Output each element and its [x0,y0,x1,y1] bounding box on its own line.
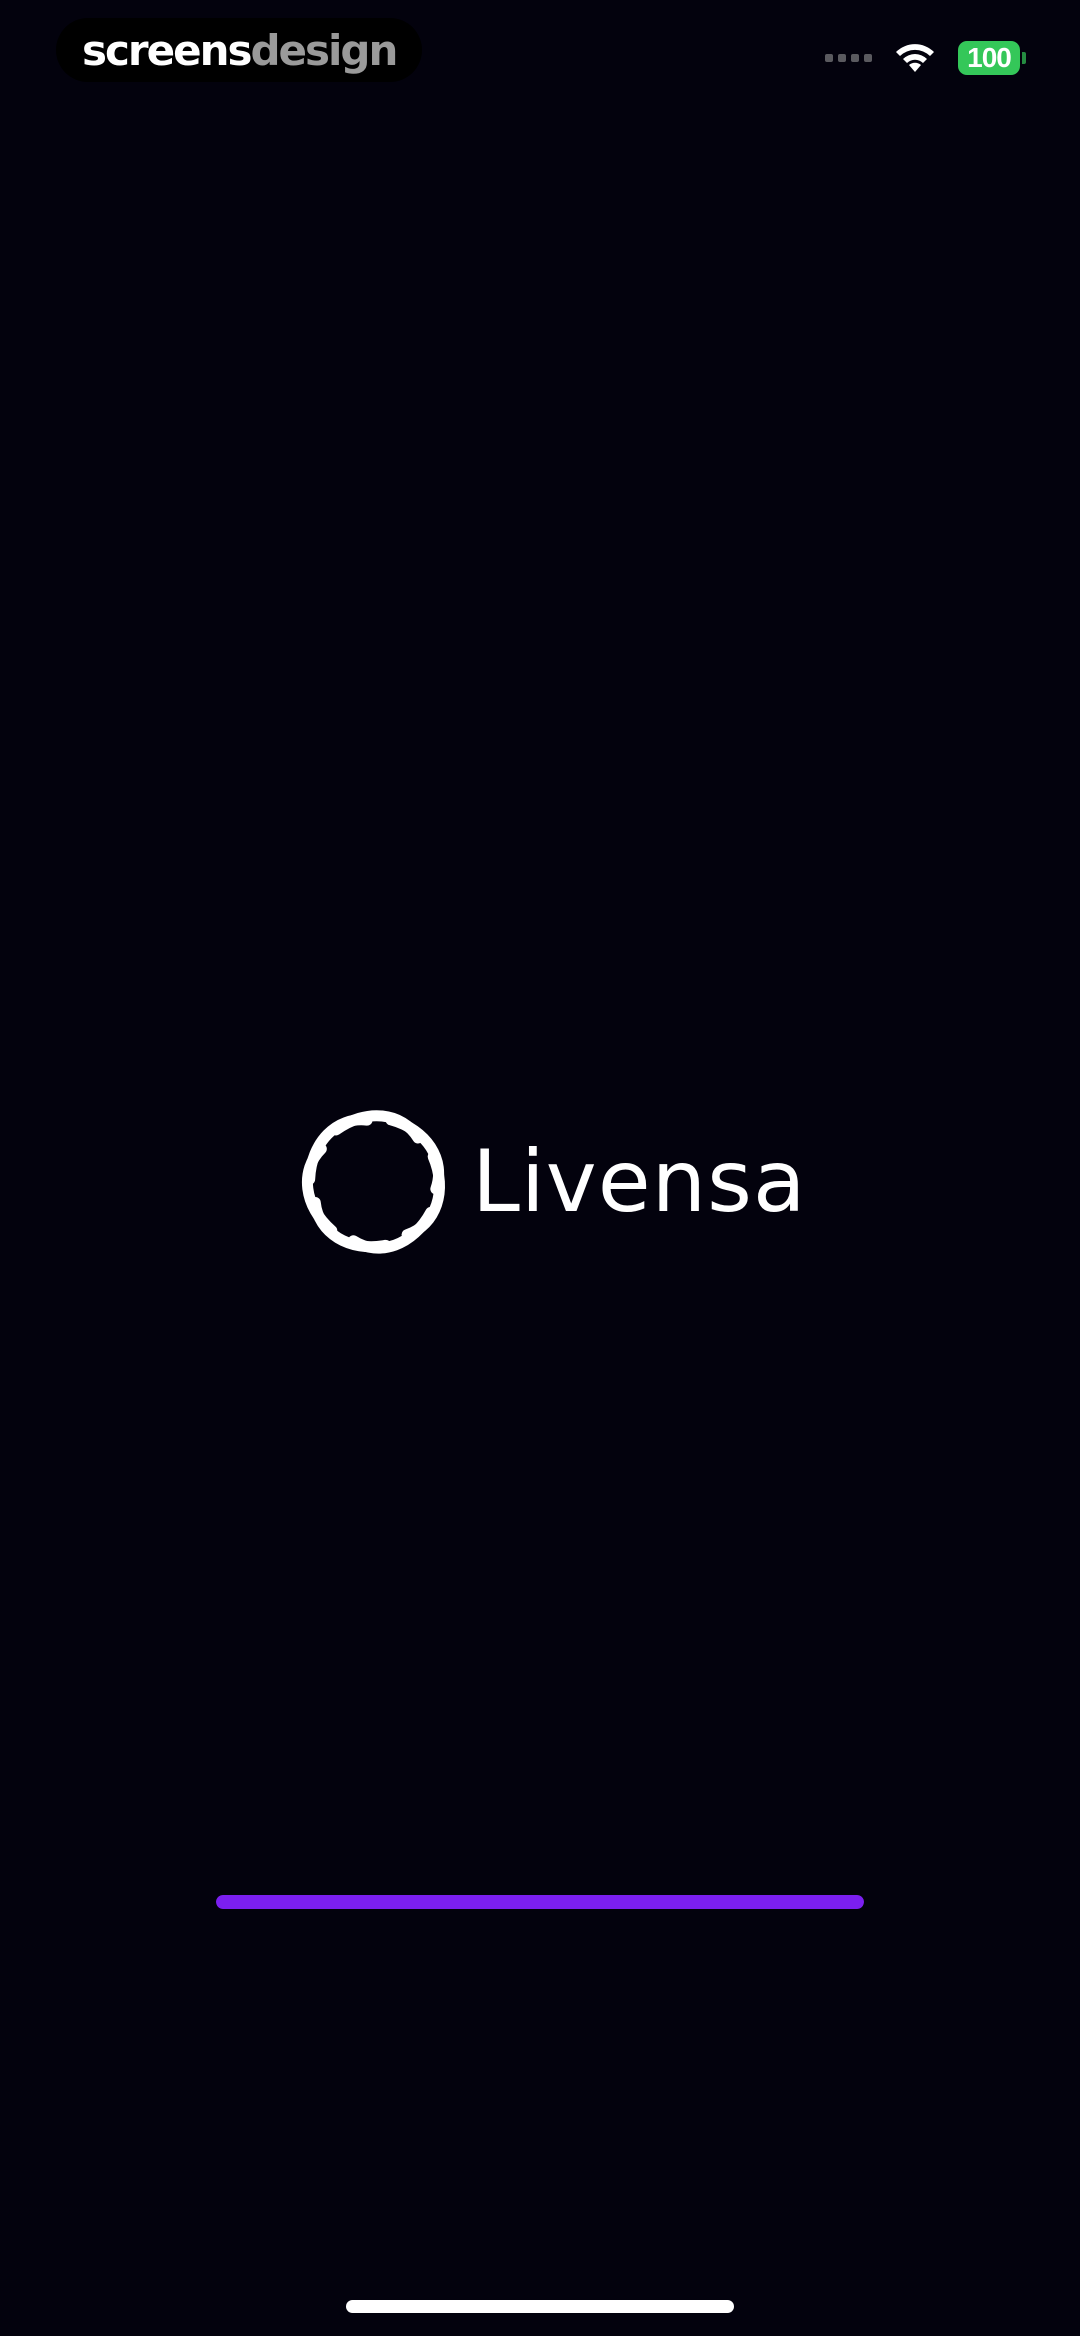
home-indicator[interactable] [346,2300,734,2313]
watermark-part-screens: screens [82,25,252,75]
loading-progress-bar [216,1895,864,1909]
interlaced-knot-logo-icon [290,1098,458,1266]
status-bar: 100 [825,36,1026,80]
battery-icon: 100 [958,41,1026,75]
brand-name: Livensa [472,1132,807,1232]
battery-level: 100 [958,41,1020,75]
loading-progress-fill [216,1895,864,1909]
brand-logo: Livensa [290,1098,807,1266]
watermark-part-design: design [250,25,398,75]
cellular-signal-icon [825,54,872,62]
wifi-icon [894,42,936,74]
splash-screen: screens design 100 Livensa [0,0,1080,2336]
screensdesign-watermark: screens design [56,18,423,82]
